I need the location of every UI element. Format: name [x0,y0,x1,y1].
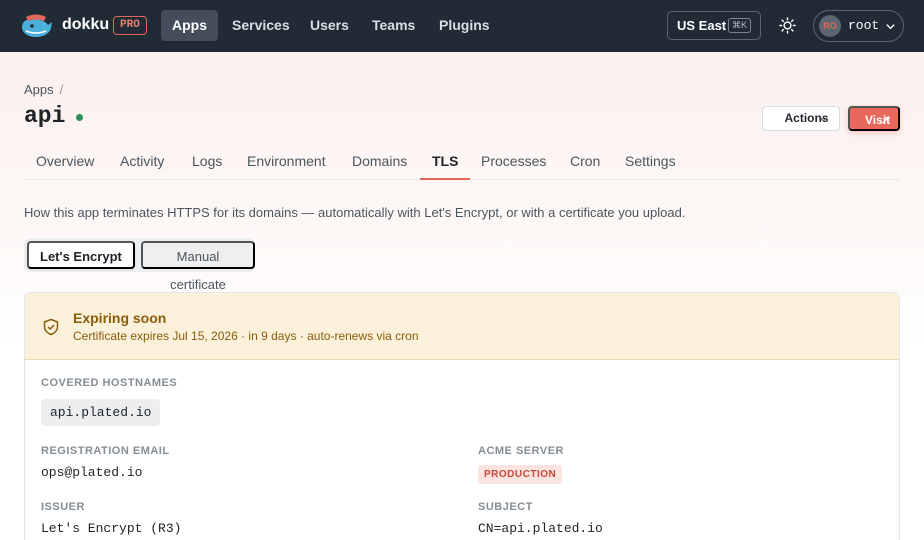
tab-activity[interactable]: Activity [108,147,176,180]
subject-value: CN=api.plated.io [478,521,603,536]
avatar: RO [819,15,841,37]
tab-domains[interactable]: Domains [340,147,419,180]
nav-item-apps[interactable]: Apps [161,10,218,41]
covered-hostnames-label: COVERED HOSTNAMES [41,377,178,389]
actions-button[interactable]: Actions [762,106,840,131]
banner-subtitle: Certificate expires Jul 15, 2026 · in 9 … [73,329,419,343]
issuer-value: Let's Encrypt (R3) [41,521,182,536]
tab-cron[interactable]: Cron [558,147,612,180]
expiry-warning-banner: Expiring soon Certificate expires Jul 15… [25,293,899,360]
sun-icon[interactable] [779,17,796,34]
tab-processes[interactable]: Processes [469,147,558,180]
page-title: api [24,103,66,129]
acme-server-badge: PRODUCTION [478,465,563,484]
registration-email-value: ops@plated.io [41,465,143,480]
registration-email-label: REGISTRATION EMAIL [41,445,170,457]
nav-item-teams[interactable]: Teams [361,10,426,41]
chevron-down-icon [886,24,895,30]
certificate-card: Expiring soon Certificate expires Jul 15… [24,292,900,540]
external-link-icon [882,117,889,124]
breadcrumb: Apps / [24,82,63,97]
nav-item-services[interactable]: Services [221,10,301,41]
tab-tls[interactable]: TLS [420,147,471,180]
whale-logo-icon[interactable] [20,13,54,39]
region-shortcut: ⌘K [727,18,751,33]
app-tabs: Overview Activity Logs Environment Domai… [24,147,900,180]
region-switcher[interactable]: US East ⌘K [667,11,761,40]
tab-settings[interactable]: Settings [613,147,688,180]
tab-logs[interactable]: Logs [180,147,234,180]
visit-button[interactable]: Visit [848,106,900,131]
nav-item-users[interactable]: Users [299,10,360,41]
tab-environment[interactable]: Environment [235,147,338,180]
manual-certificate-option[interactable]: Manual certificate [141,241,255,292]
shield-check-icon [43,318,59,336]
subject-label: SUBJECT [478,501,533,513]
tls-mode-toggle: Let's Encrypt Manual certificate [24,238,255,292]
pro-badge: PRO [113,16,147,35]
tab-overview[interactable]: Overview [24,147,106,180]
acme-server-label: ACME SERVER [478,445,564,457]
issuer-label: ISSUER [41,501,85,513]
nav-item-plugins[interactable]: Plugins [428,10,501,41]
username: root [848,18,880,33]
brand-name[interactable]: dokku [62,16,109,34]
hostname-chip: api.plated.io [41,399,161,426]
region-label: US East [677,18,727,33]
banner-title: Expiring soon [73,310,167,326]
status-indicator [76,114,83,121]
breadcrumb-apps-link[interactable]: Apps [24,82,54,97]
user-menu[interactable]: RO root [813,10,904,42]
breadcrumb-separator: / [59,82,64,97]
chevron-down-icon [819,117,828,122]
top-navbar: dokku PRO Apps Services Users Teams Plug… [0,0,924,52]
lets-encrypt-option[interactable]: Let's Encrypt [27,241,135,269]
tls-description: How this app terminates HTTPS for its do… [24,205,686,220]
